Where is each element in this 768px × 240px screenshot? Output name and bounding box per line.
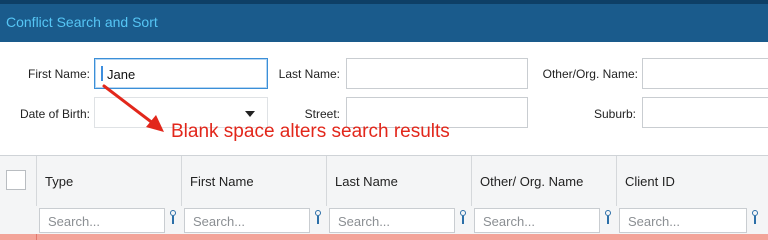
search-placeholder: Search... [628,214,681,229]
select-all-checkbox[interactable] [6,170,26,190]
last-name-search-input[interactable]: Search... [329,208,455,233]
results-grid-header: Type First Name Last Name Other/ Org. Na… [0,156,768,207]
column-header-last-name-label: Last Name [335,174,398,189]
key-icon[interactable] [314,208,324,228]
search-placeholder: Search... [483,214,536,229]
search-placeholder: Search... [193,214,246,229]
annotation-text: Blank space alters search results [171,121,450,142]
column-header-other-org-name-label: Other/ Org. Name [480,174,584,189]
column-header-client-id-label: Client ID [625,174,675,189]
select-all-column [0,156,36,206]
column-header-last-name[interactable]: Last Name [326,156,471,206]
filter-row: Search... Search... Search... Search... … [0,206,768,234]
key-icon[interactable] [604,208,614,228]
client-id-search-input[interactable]: Search... [619,208,747,233]
column-header-first-name[interactable]: First Name [181,156,326,206]
column-header-type[interactable]: Type [36,156,181,206]
search-placeholder: Search... [48,214,101,229]
key-icon[interactable] [459,208,469,228]
column-header-client-id[interactable]: Client ID [616,156,768,206]
column-header-type-label: Type [45,174,74,189]
selected-result-row[interactable] [0,234,768,240]
search-placeholder: Search... [338,214,391,229]
column-header-first-name-label: First Name [190,174,254,189]
other-org-name-search-input[interactable]: Search... [474,208,600,233]
key-icon[interactable] [751,208,761,228]
first-name-search-input[interactable]: Search... [184,208,310,233]
column-header-other-org-name[interactable]: Other/ Org. Name [471,156,616,206]
row-separator [36,234,37,240]
key-icon[interactable] [169,208,179,228]
type-search-input[interactable]: Search... [39,208,165,233]
